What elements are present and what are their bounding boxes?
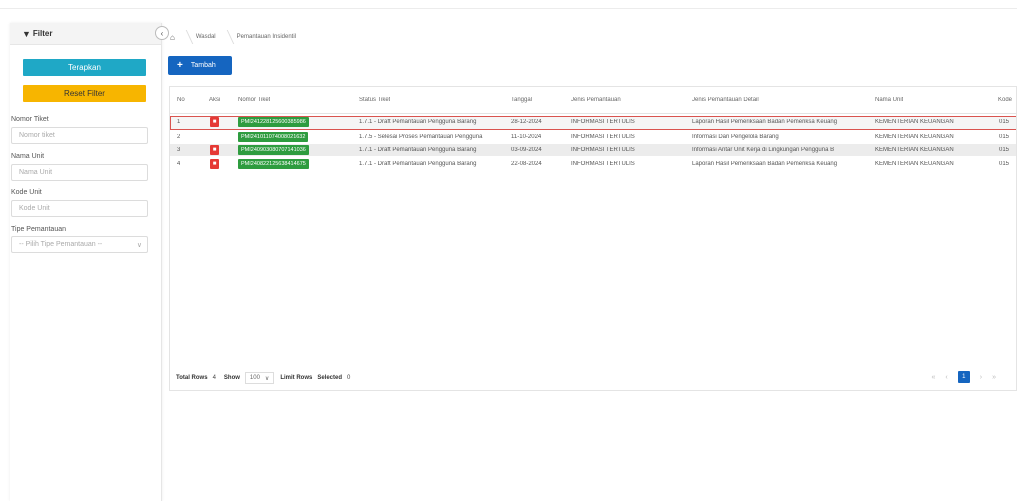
total-rows-value: 4	[212, 375, 216, 381]
monitoring-type: INFORMASI TERTULIS	[571, 147, 635, 153]
unit-code-input[interactable]: Kode Unit	[11, 200, 148, 217]
unit-code: 015	[999, 119, 1010, 125]
ticket-date: 22-08-2024	[511, 161, 542, 167]
breadcrumb: ⌂ Wasdal Pemantauan Insidentil	[170, 30, 296, 44]
monitoring-type-select[interactable]: -- Pilih Tipe Pemantauan -- ∨	[11, 236, 148, 253]
unit-name: KEMENTERIAN KEUANGAN	[875, 147, 954, 153]
column-header-no[interactable]: No	[177, 97, 185, 103]
row-number: 2	[177, 134, 181, 140]
total-rows-label: Total Rows	[176, 375, 208, 381]
table-row[interactable]: 4 ■ PMI240822125638414675 1.7.1 - Draft …	[170, 158, 1016, 170]
unit-name-label: Nama Unit	[11, 153, 45, 160]
monitoring-type: INFORMASI TERTULIS	[571, 119, 635, 125]
unit-name: KEMENTERIAN KEUANGAN	[875, 119, 954, 125]
reset-filter-button[interactable]: Reset Filter	[23, 85, 146, 102]
last-page-icon[interactable]: »	[992, 374, 996, 381]
show-label: Show	[223, 375, 240, 381]
monitoring-detail: Laporan Hasil Pemeriksaan Badan Pemeriks…	[692, 119, 838, 125]
monitoring-type: INFORMASI TERTULIS	[571, 161, 635, 167]
breadcrumb-item-current: Pemantauan Insidentil	[236, 34, 297, 40]
grid-footer: Total Rows 4 Show 100 ∨ Limit Rows Selec…	[176, 372, 350, 384]
unit-name: KEMENTERIAN KEUANGAN	[875, 161, 954, 167]
add-button[interactable]: + Tambah	[168, 56, 232, 75]
column-header-action[interactable]: Aksi	[209, 97, 220, 103]
chevron-down-icon: ∨	[264, 375, 270, 382]
trash-icon[interactable]: ■	[210, 117, 219, 127]
ticket-status: 1.7.1 - Draft Pemantauan Pengguna Barang	[359, 147, 477, 153]
ticket-date: 28-12-2024	[511, 119, 542, 125]
ticket-number-input[interactable]: Nomor tiket	[11, 127, 148, 144]
monitoring-detail: Laporan Hasil Pemeriksaan Badan Pemeriks…	[692, 161, 838, 167]
unit-code: 015	[999, 161, 1010, 167]
page-size-select[interactable]: 100 ∨	[244, 372, 275, 384]
column-header-detail[interactable]: Jenis Pemantauan Detail	[692, 97, 759, 103]
filter-title: Filter	[32, 29, 53, 38]
column-header-date[interactable]: Tanggal	[511, 97, 532, 103]
chevron-down-icon: ∨	[136, 241, 142, 249]
ticket-status: 1.7.1 - Draft Pemantauan Pengguna Barang	[359, 119, 477, 125]
row-number: 4	[177, 161, 181, 167]
ticket-date: 03-09-2024	[511, 147, 542, 153]
selected-value: 0	[347, 375, 351, 381]
chevron-left-icon[interactable]: ‹	[155, 26, 169, 40]
unit-name: KEMENTERIAN KEUANGAN	[875, 134, 954, 140]
ticket-link[interactable]: PMI240822125638414675	[238, 159, 309, 169]
ticket-link[interactable]: PMI240903080707141036	[238, 145, 309, 155]
trash-icon[interactable]: ■	[210, 159, 219, 169]
trash-icon[interactable]: ■	[210, 145, 219, 155]
ticket-link[interactable]: PMI241228125600385986	[238, 117, 309, 127]
ticket-date: 11-10-2024	[511, 134, 542, 140]
row-number: 3	[177, 147, 181, 153]
monitoring-detail: Informasi Dari Pengelola Barang	[692, 134, 779, 140]
column-header-ticket[interactable]: Nomor Tiket	[238, 97, 270, 103]
breadcrumb-separator	[177, 30, 194, 44]
monitoring-type-label: Tipe Pemantauan	[11, 226, 66, 233]
add-button-label: Tambah	[190, 62, 216, 69]
column-header-unit[interactable]: Nama Unit	[875, 97, 903, 103]
ticket-status: 1.7.1 - Draft Pemantauan Pengguna Barang	[359, 161, 477, 167]
table-row[interactable]: 1 ■ PMI241228125600385986 1.7.1 - Draft …	[170, 116, 1016, 130]
ticket-number-label: Nomor Tiket	[11, 116, 49, 123]
monitoring-type: INFORMASI TERTULIS	[571, 134, 635, 140]
filter-header: ▼ Filter	[10, 23, 161, 45]
unit-name-input[interactable]: Nama Unit	[11, 164, 148, 181]
pagination: « ‹ 1 › »	[932, 371, 996, 383]
column-header-status[interactable]: Status Tiket	[359, 97, 390, 103]
ticket-link[interactable]: PMI241011074008021632	[238, 132, 309, 142]
monitoring-detail: Informasi Antar Unit Kerja di Lingkungan…	[692, 147, 835, 153]
page-button-current[interactable]: 1	[957, 371, 970, 383]
breadcrumb-item-wasdal[interactable]: Wasdal	[196, 34, 216, 40]
table-row[interactable]: 3 ■ PMI240903080707141036 1.7.1 - Draft …	[170, 144, 1016, 156]
monitoring-type-value: -- Pilih Tipe Pemantauan --	[19, 241, 103, 248]
top-divider	[0, 8, 1017, 9]
selected-label: Selected	[317, 375, 343, 381]
prev-page-icon[interactable]: ‹	[945, 374, 947, 381]
filter-sidebar: ▼ Filter Terapkan Reset Filter Nomor Tik…	[10, 23, 162, 501]
breadcrumb-separator	[218, 30, 234, 44]
column-header-type[interactable]: Jenis Pemantauan	[571, 97, 621, 103]
next-page-icon[interactable]: ›	[980, 374, 982, 381]
table-row[interactable]: 2 PMI241011074008021632 1.7.5 - Selesai …	[170, 131, 1016, 143]
apply-filter-button[interactable]: Terapkan	[23, 59, 146, 76]
table-header: No Aksi Nomor Tiket Status Tiket Tanggal…	[170, 87, 1016, 114]
home-icon[interactable]: ⌂	[170, 33, 175, 42]
unit-code-label: Kode Unit	[11, 189, 42, 196]
data-grid: No Aksi Nomor Tiket Status Tiket Tanggal…	[169, 86, 1017, 391]
limit-rows-label: Limit Rows	[280, 375, 313, 381]
plus-icon: +	[177, 60, 183, 71]
row-number: 1	[177, 119, 181, 125]
ticket-status: 1.7.5 - Selesai Proses Pemantauan Penggu…	[359, 134, 483, 140]
unit-code: 015	[999, 147, 1010, 153]
page-size-value: 100	[249, 375, 260, 381]
column-header-code[interactable]: Kode	[998, 97, 1012, 103]
unit-code: 015	[999, 134, 1010, 140]
first-page-icon[interactable]: «	[932, 374, 936, 381]
funnel-icon: ▼	[22, 28, 31, 39]
